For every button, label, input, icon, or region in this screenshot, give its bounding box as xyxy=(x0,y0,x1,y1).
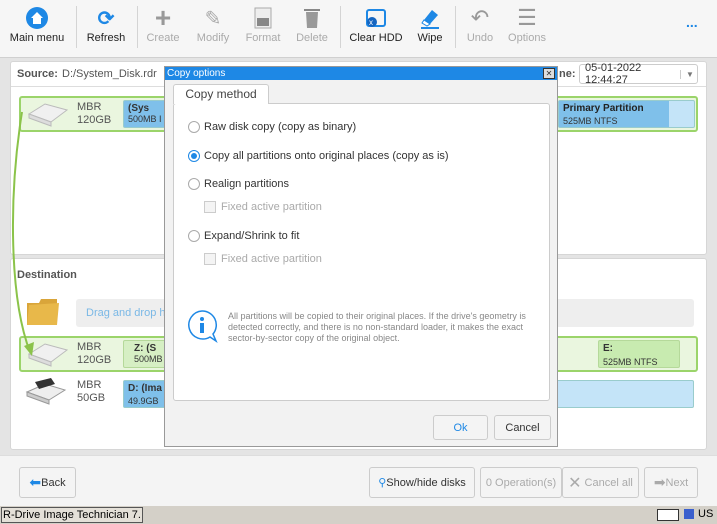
usb-icon: ⚲ xyxy=(378,477,387,489)
radio-raw-copy[interactable] xyxy=(188,121,200,133)
label: Clear HDD xyxy=(349,32,403,44)
label: Cancel all xyxy=(584,476,633,489)
label: Next xyxy=(665,476,689,489)
trash-icon xyxy=(292,4,332,32)
label: Modify xyxy=(196,32,230,44)
tab-content: Raw disk copy (copy as binary) Copy all … xyxy=(173,103,550,401)
disk-type: MBR xyxy=(77,101,102,113)
option-label: Raw disk copy (copy as binary) xyxy=(204,121,357,133)
menu-icon: ☰ xyxy=(517,5,537,30)
create-button[interactable]: + Create xyxy=(143,2,183,52)
operations-button[interactable]: 0 Operation(s) xyxy=(480,467,562,498)
taskbar: R-Drive Image Technician 7.... US xyxy=(0,506,717,524)
disk-type: MBR xyxy=(77,379,102,391)
svg-text:x: x xyxy=(369,18,373,27)
bottom-bar: ⬅ Back ⚲ Show/hide disks 0 Operation(s) ✕ C… xyxy=(0,455,717,506)
checkbox-label: Fixed active partition xyxy=(221,201,322,213)
disk-size: 50GB xyxy=(77,392,106,404)
refresh-icon: ⟳ xyxy=(97,7,115,30)
options-button[interactable]: ☰ Options xyxy=(505,4,549,52)
radio-realign[interactable] xyxy=(188,178,200,190)
tab-copy-method[interactable]: Copy method xyxy=(173,84,269,104)
eraser-icon xyxy=(412,4,448,32)
clear-hdd-button[interactable]: x Clear HDD xyxy=(346,4,406,52)
disk-size: 120GB xyxy=(77,114,112,126)
modify-button[interactable]: ✎ Modify xyxy=(192,4,234,52)
source-path: D:/System_Disk.rdr xyxy=(62,68,157,80)
radio-copy-as-is[interactable] xyxy=(188,150,200,162)
label: Format xyxy=(245,32,281,44)
time-label: ne: xyxy=(559,68,576,80)
label: Show/hide disks xyxy=(386,476,466,489)
copy-arrow xyxy=(11,111,34,356)
toolbar: Main menu ⟳ Refresh + Create ✎ Modify Forma… xyxy=(0,0,717,58)
close-button[interactable]: ✕ xyxy=(543,68,555,79)
undo-icon: ↶ xyxy=(470,5,490,30)
info-text: All partitions will be copied to their o… xyxy=(228,311,526,343)
label: Wipe xyxy=(417,32,443,44)
flag-icon xyxy=(684,509,694,519)
taskbar-app[interactable]: R-Drive Image Technician 7.... xyxy=(1,507,143,523)
disk-type: MBR xyxy=(77,341,102,353)
language-indicator[interactable]: US xyxy=(698,508,713,520)
ok-button[interactable]: Ok xyxy=(433,415,488,440)
label: Refresh xyxy=(86,32,126,44)
pencil-icon: ✎ xyxy=(204,7,222,30)
partition-e[interactable]: E: 525MB NTFS xyxy=(598,340,680,368)
show-hide-disks-button[interactable]: ⚲ Show/hide disks xyxy=(369,467,475,498)
undo-button[interactable]: ↶ Undo xyxy=(462,4,498,52)
partition-primary[interactable]: Primary Partition 525MB NTFS xyxy=(558,100,695,128)
time-dropdown[interactable]: 05-01-2022 12:44:27 ▼ xyxy=(579,62,698,86)
keyboard-icon[interactable] xyxy=(657,509,679,521)
refresh-button[interactable]: ⟳ Refresh xyxy=(82,4,130,52)
option-label: Realign partitions xyxy=(204,178,289,190)
option-label: Expand/Shrink to fit xyxy=(204,230,300,242)
delete-button[interactable]: Delete xyxy=(292,4,332,52)
wipe-button[interactable]: Wipe xyxy=(412,4,448,52)
clear-hdd-icon: x xyxy=(346,4,406,32)
dialog-title: Copy options xyxy=(165,67,557,80)
info-icon xyxy=(186,309,220,346)
back-button[interactable]: ⬅ Back xyxy=(19,467,76,498)
option-label: Copy all partitions onto original places… xyxy=(204,150,449,162)
x-icon: ✕ xyxy=(568,474,582,492)
next-button[interactable]: ➡ Next xyxy=(644,467,698,498)
chevron-down-icon: ▼ xyxy=(680,69,694,79)
disk-size: 120GB xyxy=(77,354,112,366)
cancel-button[interactable]: Cancel xyxy=(494,415,551,440)
cancel-all-button[interactable]: ✕ Cancel all xyxy=(562,467,639,498)
arrow-left-icon: ⬅ xyxy=(29,474,42,490)
label: Back xyxy=(41,476,66,489)
copy-options-dialog: Copy options ✕ Copy method Raw disk copy… xyxy=(164,66,558,447)
label: Undo xyxy=(466,32,494,44)
checkbox-label: Fixed active partition xyxy=(221,253,322,265)
more-button[interactable]: ... xyxy=(686,14,698,30)
label: Create xyxy=(146,32,180,44)
usb-drive-icon xyxy=(23,376,75,410)
radio-expand-shrink[interactable] xyxy=(188,230,200,242)
checkbox-fixed-active-1[interactable] xyxy=(204,201,216,213)
label: Delete xyxy=(296,32,328,44)
label: Options xyxy=(508,32,546,44)
checkbox-fixed-active-2[interactable] xyxy=(204,253,216,265)
time-value: 05-01-2022 12:44:27 xyxy=(585,62,642,86)
format-button[interactable]: Format xyxy=(242,4,284,52)
format-icon xyxy=(242,4,284,32)
arrow-right-icon: ➡ xyxy=(653,474,666,490)
plus-icon: + xyxy=(154,2,172,33)
